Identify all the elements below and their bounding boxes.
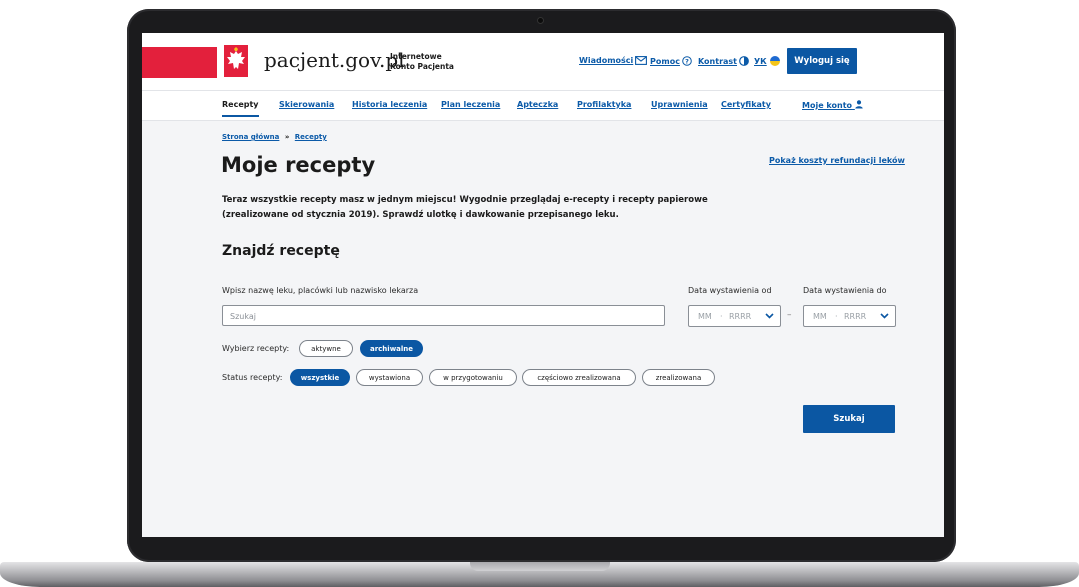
date-from-select[interactable]: MM · RRRR	[688, 305, 781, 327]
page-title: Moje recepty	[221, 153, 376, 177]
contrast-toggle[interactable]: Kontrast	[698, 56, 749, 66]
status-filter-wszystkie[interactable]: wszystkie	[290, 369, 350, 386]
nav-item-historia-leczenia[interactable]: Historia leczenia	[352, 100, 427, 109]
contrast-toggle-label: Kontrast	[698, 57, 738, 66]
logo-subtitle-line2: Konto Pacjenta	[390, 62, 454, 71]
help-link[interactable]: Pomoc?	[650, 56, 692, 66]
nav-item-skierowania[interactable]: Skierowania	[279, 100, 334, 109]
date-to-select[interactable]: MM · RRRR	[803, 305, 896, 327]
messages-link[interactable]: Wiadomości	[579, 56, 648, 65]
nav-item-moje-konto[interactable]: Moje konto	[802, 100, 863, 110]
browser-screen: pacjent.gov.pl Internetowe Konto Pacjent…	[142, 33, 944, 537]
chevron-down-icon	[765, 313, 774, 319]
nav-item-plan-leczenia[interactable]: Plan leczenia	[441, 100, 500, 109]
logo-subtitle-line1: Internetowe	[390, 52, 442, 61]
search-input[interactable]: Szukaj	[222, 305, 665, 326]
help-circle-icon: ?	[682, 56, 692, 66]
section-title: Znajdź receptę	[222, 243, 340, 259]
date-range-separator: –	[787, 310, 792, 320]
nav-item-apteczka[interactable]: Apteczka	[517, 100, 558, 109]
chevron-down-icon	[880, 313, 889, 319]
nav-item-certyfikaty[interactable]: Certyfikaty	[721, 100, 771, 109]
user-icon	[855, 100, 863, 109]
status-filter-w-przygotowaniu[interactable]: w przygotowaniu	[429, 369, 517, 386]
type-filter-archiwalne[interactable]: archiwalne	[360, 340, 423, 357]
logout-button[interactable]: Wyloguj się	[787, 48, 857, 74]
site-header: pacjent.gov.pl Internetowe Konto Pacjent…	[142, 33, 944, 90]
nav-item-profilaktyka[interactable]: Profilaktyka	[577, 100, 631, 109]
status-filter-label: Status recepty:	[222, 373, 283, 382]
breadcrumb-current[interactable]: Recepty	[295, 133, 327, 141]
nav-item-recepty[interactable]: Recepty	[222, 100, 259, 117]
date-to-month: MM	[813, 312, 827, 321]
language-switch[interactable]: УК	[754, 56, 781, 66]
main-nav: Recepty Skierowania Historia leczenia Pl…	[142, 90, 944, 121]
messages-link-label: Wiadomości	[579, 56, 634, 65]
breadcrumb: Strona główna » Recepty	[222, 133, 327, 141]
status-filter-zrealizowana[interactable]: zrealizowana	[642, 369, 715, 386]
search-input-placeholder: Szukaj	[230, 312, 256, 321]
breadcrumb-home[interactable]: Strona główna	[222, 133, 279, 141]
eagle-emblem-icon	[224, 45, 248, 77]
help-link-label: Pomoc	[650, 57, 680, 66]
status-filter-czesciowo-zrealizowana[interactable]: częściowo zrealizowana	[522, 369, 636, 386]
search-submit-button[interactable]: Szukaj	[803, 405, 895, 433]
envelope-icon	[635, 56, 648, 65]
contrast-icon	[739, 56, 749, 66]
type-filter-aktywne[interactable]: aktywne	[299, 340, 353, 357]
laptop-notch	[470, 562, 610, 571]
search-label: Wpisz nazwę leku, placówki lub nazwisko …	[222, 286, 419, 295]
date-to-year: RRRR	[844, 312, 867, 321]
date-from-label: Data wystawienia od	[688, 286, 772, 295]
flag-stripe	[142, 47, 217, 78]
logo-subtitle: Internetowe Konto Pacjenta	[390, 52, 454, 72]
nav-item-moje-konto-label: Moje konto	[802, 101, 853, 110]
status-filter-wystawiona[interactable]: wystawiona	[356, 369, 423, 386]
date-from-year: RRRR	[729, 312, 752, 321]
site-logo[interactable]: pacjent.gov.pl	[264, 48, 405, 72]
type-filter-label: Wybierz recepty:	[222, 344, 290, 353]
ukraine-flag-icon	[769, 56, 780, 66]
svg-text:?: ?	[685, 57, 689, 65]
refund-costs-link[interactable]: Pokaż koszty refundacji leków	[769, 156, 905, 165]
language-switch-label: УК	[754, 57, 767, 66]
date-to-label: Data wystawienia do	[803, 286, 887, 295]
date-from-month: MM	[698, 312, 712, 321]
webcam-icon	[538, 18, 543, 23]
breadcrumb-separator: »	[284, 133, 290, 141]
nav-item-uprawnienia[interactable]: Uprawnienia	[651, 100, 708, 109]
intro-text: Teraz wszystkie recepty masz w jednym mi…	[222, 195, 708, 220]
